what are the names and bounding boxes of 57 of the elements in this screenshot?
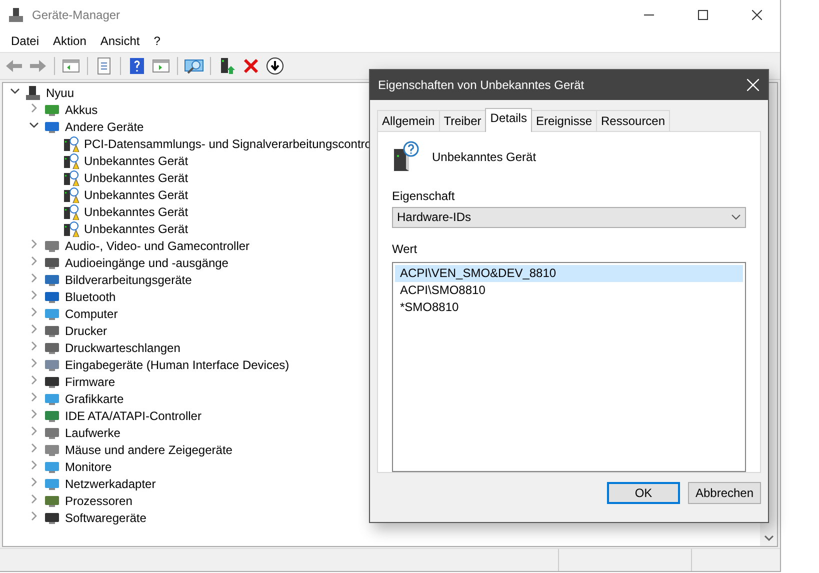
menu-item[interactable]: Datei	[4, 34, 46, 48]
tree-item[interactable]: Unbekanntes Gerät	[84, 154, 188, 168]
tree-item[interactable]: Softwaregeräte	[65, 510, 146, 524]
list-item[interactable]: ACPI\VEN_SMO&DEV_8810	[395, 264, 743, 282]
tree-item[interactable]: Firmware	[65, 374, 115, 388]
dialog-title: Eigenschaften von Unbekanntes Gerät	[378, 78, 586, 92]
download-icon[interactable]	[265, 56, 285, 76]
tree-item[interactable]: Unbekanntes Gerät	[84, 188, 188, 202]
device-name: Unbekanntes Gerät	[432, 150, 536, 164]
tree-item[interactable]: Druckwarteschlangen	[65, 340, 180, 354]
tree-item[interactable]: Unbekanntes Gerät	[84, 222, 188, 236]
tree-item[interactable]: Audioeingänge und -ausgänge	[65, 256, 228, 270]
tree-item[interactable]: Mäuse und andere Zeigegeräte	[65, 442, 232, 456]
tree-item[interactable]: Nyuu	[46, 86, 74, 100]
help-icon[interactable]	[127, 56, 147, 76]
tree-item[interactable]: Bluetooth	[65, 290, 116, 304]
warning-device-icon	[63, 170, 79, 186]
tree-item[interactable]: Grafikkarte	[65, 392, 124, 406]
tree-item[interactable]: IDE ATA/ATAPI-Controller	[65, 408, 202, 422]
tree-item[interactable]: Prozessoren	[65, 494, 132, 508]
computer-icon	[25, 84, 41, 100]
dropdown-chevron-icon[interactable]	[731, 214, 741, 220]
window-title: Geräte-Manager	[32, 8, 122, 22]
tree-item[interactable]: Monitore	[65, 460, 112, 474]
warning-device-icon	[63, 204, 79, 220]
tree-item[interactable]: Eingabegeräte (Human Interface Devices)	[65, 358, 290, 372]
tree-item[interactable]: Unbekanntes Gerät	[84, 170, 188, 184]
tree-item[interactable]: Unbekanntes Gerät	[84, 204, 188, 218]
dialog-button[interactable]: Abbrechen	[688, 482, 761, 504]
value-label: Wert	[392, 242, 418, 256]
tree-item[interactable]: PCI-Datensammlungs- und Signalverarbeitungscontro	[84, 136, 372, 150]
tree-item[interactable]: Drucker	[65, 324, 108, 338]
tree-item[interactable]: Computer	[65, 306, 118, 320]
tree-item[interactable]: Netzwerkadapter	[65, 476, 156, 490]
device-manager-icon	[8, 7, 24, 23]
list-item[interactable]: *SMO8810	[395, 298, 743, 316]
menu-item[interactable]: ?	[146, 34, 168, 48]
warning-device-icon	[63, 136, 79, 152]
uninstall-x-icon[interactable]	[241, 56, 261, 76]
menu-item[interactable]: Aktion	[46, 34, 94, 48]
tree-item[interactable]: Andere Geräte	[65, 120, 144, 134]
tab[interactable]: Ressourcen	[596, 110, 670, 131]
warning-device-icon	[63, 152, 79, 168]
tree-item[interactable]: Akkus	[65, 102, 98, 116]
tab[interactable]: Allgemein	[377, 110, 440, 131]
warning-device-icon	[63, 220, 79, 236]
dialog-button[interactable]: OK	[607, 482, 680, 504]
unknown-device-icon	[392, 141, 420, 174]
warning-device-icon	[63, 186, 79, 202]
list-item[interactable]: ACPI\SMO8810	[395, 282, 743, 299]
property-label: Eigenschaft	[392, 188, 456, 203]
tab[interactable]: Details	[485, 108, 532, 132]
tree-item[interactable]: Bildverarbeitungsgeräte	[65, 272, 192, 286]
menu-item[interactable]: Ansicht	[93, 34, 147, 48]
tree-item[interactable]: Audio-, Video- und Gamecontroller	[65, 238, 250, 252]
tree-item[interactable]: Laufwerke	[65, 426, 120, 440]
property-dropdown[interactable]: Hardware-IDs	[392, 206, 746, 228]
